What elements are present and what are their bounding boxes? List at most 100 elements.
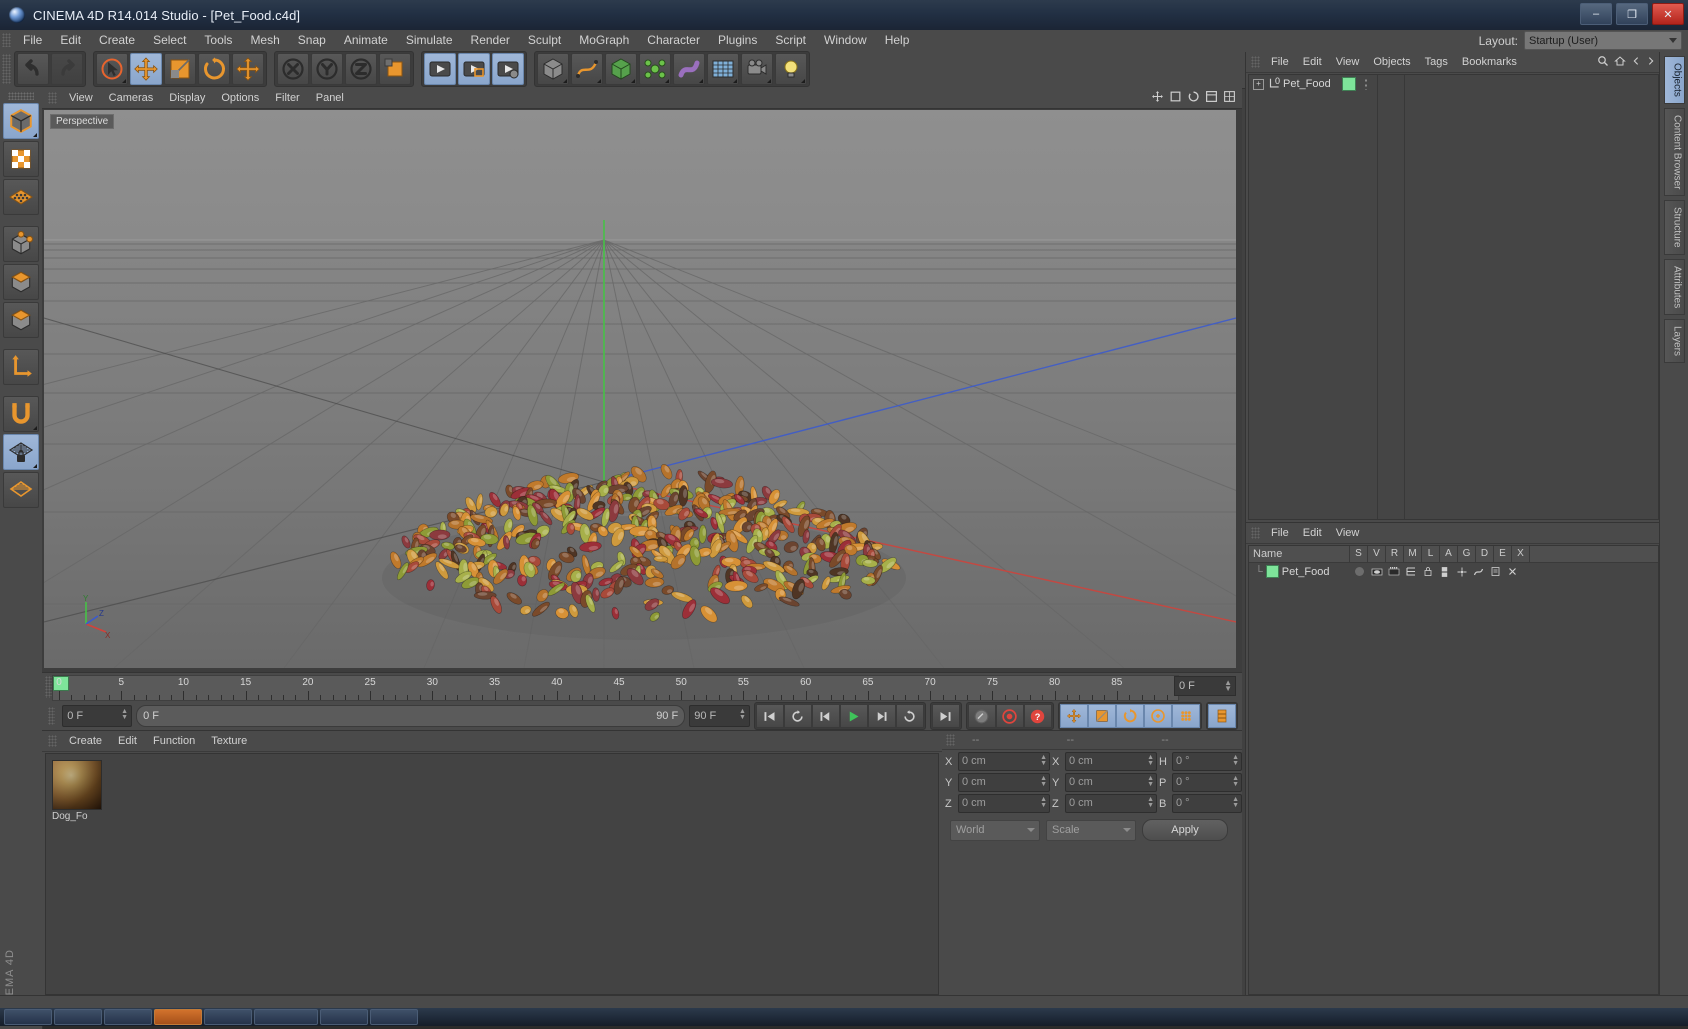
add-cube-button[interactable]	[537, 53, 569, 85]
timeline-controls-grip[interactable]	[48, 707, 56, 725]
size-x-field[interactable]: 0 cm ▲ ▼	[1065, 752, 1157, 771]
render-region-button[interactable]	[458, 53, 490, 85]
left-toolbar-grip[interactable]	[8, 92, 34, 100]
goto-end-button[interactable]	[931, 704, 960, 728]
taskbar-item[interactable]	[104, 1009, 152, 1025]
viewport-menu-display[interactable]: Display	[161, 88, 213, 108]
taskbar-item[interactable]	[320, 1009, 368, 1025]
play-button[interactable]	[839, 704, 868, 728]
lock-y-button[interactable]	[311, 53, 343, 85]
viewport-menu-filter[interactable]: Filter	[267, 88, 307, 108]
layer-name-cell[interactable]: └ Pet_Food	[1249, 565, 1351, 578]
taskbar-item[interactable]	[254, 1009, 318, 1025]
material-menu-texture[interactable]: Texture	[203, 731, 255, 751]
layer-row[interactable]: └ Pet_Food	[1249, 563, 1658, 580]
close-button[interactable]: ✕	[1652, 3, 1684, 25]
object-menu-tags[interactable]: Tags	[1418, 52, 1455, 72]
layer-render-cell[interactable]	[1385, 566, 1402, 577]
timeline-end-field[interactable]: 0 F ▲ ▼	[1174, 676, 1236, 696]
enable-snap-button[interactable]	[3, 396, 39, 432]
goto-start-button[interactable]	[755, 704, 784, 728]
spinner-icon[interactable]: ▲ ▼	[1232, 796, 1239, 809]
spinner-icon[interactable]: ▲ ▼	[1147, 796, 1154, 809]
object-menu-objects[interactable]: Objects	[1366, 52, 1417, 72]
add-spline-button[interactable]	[571, 53, 603, 85]
lock-x-button[interactable]	[277, 53, 309, 85]
current-frame-field[interactable]: 0 F ▲ ▼	[62, 705, 133, 727]
menu-animate[interactable]: Animate	[335, 30, 397, 50]
object-menu-file[interactable]: File	[1264, 52, 1296, 72]
step-forward-button[interactable]	[867, 704, 896, 728]
viewport-menu-panel[interactable]: Panel	[308, 88, 352, 108]
light-button[interactable]	[775, 53, 807, 85]
position-z-field[interactable]: 0 cm ▲ ▼	[958, 794, 1050, 813]
material-menu-function[interactable]: Function	[145, 731, 203, 751]
taskbar-item[interactable]	[54, 1009, 102, 1025]
material-menu-grip[interactable]	[48, 735, 57, 747]
timeline-range-slider[interactable]: 0 F 90 F	[136, 705, 686, 727]
layer-lock-cell[interactable]	[1419, 566, 1436, 577]
play-forwards-button[interactable]	[895, 704, 924, 728]
panel-layout-icon[interactable]	[1223, 90, 1236, 103]
undo-button[interactable]	[17, 53, 49, 85]
layer-xref-cell[interactable]	[1504, 566, 1521, 577]
object-menu-view[interactable]: View	[1329, 52, 1367, 72]
menu-mesh[interactable]: Mesh	[241, 30, 288, 50]
object-menu-edit[interactable]: Edit	[1296, 52, 1329, 72]
mograph-button[interactable]	[639, 53, 671, 85]
menu-grip[interactable]	[2, 33, 11, 47]
layer-menu-edit[interactable]: Edit	[1296, 523, 1329, 543]
object-visibility-dots-icon[interactable]	[1363, 78, 1369, 90]
material-menu-create[interactable]: Create	[61, 731, 110, 751]
pla-key-button[interactable]	[1143, 704, 1172, 728]
menu-select[interactable]: Select	[144, 30, 195, 50]
layer-color-swatch[interactable]	[1265, 565, 1279, 578]
material-item[interactable]: Dog_Fo	[52, 760, 104, 822]
scale-key-button[interactable]	[1087, 704, 1116, 728]
perspective-viewport[interactable]: Perspective Y X Z	[44, 110, 1236, 668]
render-settings-button[interactable]	[492, 53, 524, 85]
generators-button[interactable]	[605, 53, 637, 85]
viewport-menu-options[interactable]: Options	[213, 88, 267, 108]
viewport-menu-grip[interactable]	[48, 92, 57, 104]
layer-generator-cell[interactable]	[1453, 566, 1470, 578]
position-y-field[interactable]: 0 cm ▲ ▼	[958, 773, 1050, 792]
workplane-button[interactable]	[3, 472, 39, 508]
menu-mograph[interactable]: MoGraph	[570, 30, 638, 50]
keyframe-selection-button[interactable]: ?	[1023, 704, 1052, 728]
points-mode-button[interactable]	[3, 179, 39, 215]
coordinates-grip[interactable]	[946, 734, 955, 746]
menu-edit[interactable]: Edit	[51, 30, 90, 50]
menu-window[interactable]: Window	[815, 30, 876, 50]
rotate-view-icon[interactable]	[1187, 90, 1200, 103]
spinner-icon[interactable]: ▲ ▼	[121, 708, 128, 721]
play-backwards-button[interactable]	[783, 704, 812, 728]
position-x-field[interactable]: 0 cm ▲ ▼	[958, 752, 1050, 771]
next-icon[interactable]	[1646, 55, 1656, 67]
coordinate-system-select[interactable]: World	[950, 819, 1040, 841]
spinner-icon[interactable]: ▲ ▼	[1232, 754, 1239, 767]
environment-button[interactable]	[707, 53, 739, 85]
layer-manager-grip[interactable]	[1251, 527, 1260, 539]
viewport-menu-view[interactable]: View	[61, 88, 101, 108]
rotation-h-field[interactable]: 0 ° ▲ ▼	[1172, 752, 1242, 771]
menu-plugins[interactable]: Plugins	[709, 30, 766, 50]
menu-create[interactable]: Create	[90, 30, 144, 50]
taskbar-item[interactable]	[4, 1009, 52, 1025]
redo-button[interactable]	[51, 53, 83, 85]
object-manager-grip[interactable]	[1251, 56, 1260, 68]
maximize-button[interactable]: ❐	[1616, 3, 1648, 25]
dog-food-material-sphere[interactable]	[52, 760, 102, 810]
step-back-button[interactable]	[811, 704, 840, 728]
spinner-icon[interactable]: ▲ ▼	[1232, 775, 1239, 788]
layer-deformer-cell[interactable]	[1470, 566, 1487, 577]
prev-icon[interactable]	[1631, 55, 1641, 67]
scale-button[interactable]	[164, 53, 196, 85]
layer-col-r[interactable]: R	[1386, 546, 1404, 562]
record-active-objects-button[interactable]	[967, 704, 996, 728]
object-tag-icon[interactable]	[1341, 77, 1356, 91]
home-icon[interactable]	[1614, 55, 1626, 67]
menu-simulate[interactable]: Simulate	[397, 30, 462, 50]
layer-col-l[interactable]: L	[1422, 546, 1440, 562]
timeline-ruler[interactable]: 051015202530354045505560657075808590	[52, 675, 1179, 701]
